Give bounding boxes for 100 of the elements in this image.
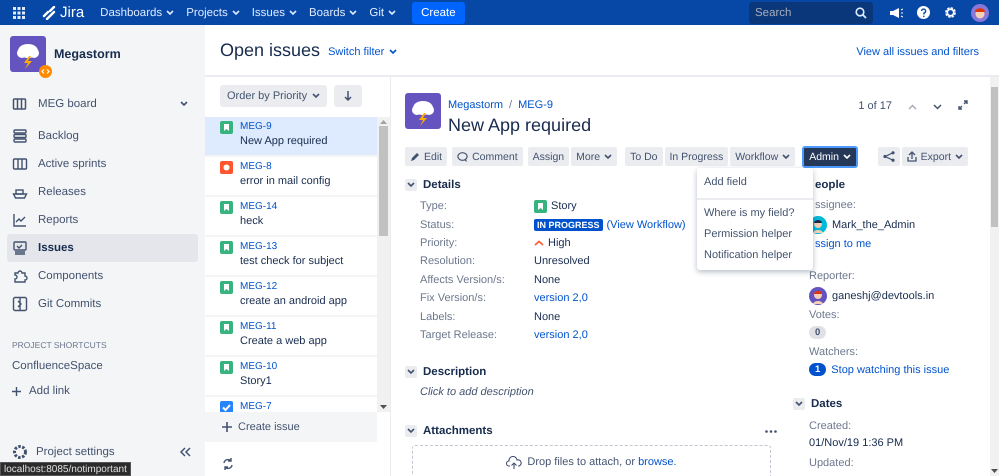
scrollbar[interactable] xyxy=(377,117,390,412)
action-button[interactable]: To Do xyxy=(625,147,662,166)
shortcut-link[interactable]: ConfluenceSpace xyxy=(0,360,205,372)
action-button[interactable]: Workflow xyxy=(730,147,796,166)
upload-icon xyxy=(906,151,917,162)
action-button[interactable]: Admin xyxy=(803,147,857,167)
chevron-down-icon xyxy=(842,154,851,160)
search-field[interactable]: Search xyxy=(755,6,855,18)
action-button[interactable]: Assign xyxy=(528,147,570,166)
sidebar-item[interactable]: Git Commits xyxy=(7,290,198,318)
nav-menu[interactable]: Issues xyxy=(252,6,297,18)
view-workflow-link[interactable]: (View Workflow) xyxy=(606,218,686,231)
field-label: Resolution: xyxy=(420,255,476,268)
action-button[interactable]: Export xyxy=(902,147,968,166)
chevron-down-icon xyxy=(389,48,398,54)
browse-link[interactable]: browse. xyxy=(638,456,677,468)
breadcrumb-separator: / xyxy=(509,99,512,111)
action-button[interactable]: Comment xyxy=(452,147,523,166)
issue-key[interactable]: MEG-14 xyxy=(240,201,278,212)
issue-key[interactable]: MEG-10 xyxy=(240,361,278,372)
story-icon xyxy=(220,121,233,134)
issue-key[interactable]: MEG-8 xyxy=(240,161,330,172)
megaphone-icon[interactable] xyxy=(889,6,903,18)
field-label: Created: xyxy=(809,420,852,432)
logo-icon[interactable] xyxy=(42,6,56,20)
avatar-icon[interactable] xyxy=(971,4,989,22)
issue-key[interactable]: MEG-7 xyxy=(240,401,272,412)
search-box[interactable]: Search xyxy=(749,2,873,24)
issue-summary: New App required xyxy=(240,135,328,147)
story-icon xyxy=(534,200,547,213)
nav-menu[interactable]: Boards xyxy=(308,6,358,18)
sidebar-item[interactable]: Components xyxy=(7,262,198,290)
field-link[interactable]: version 2,0 xyxy=(534,328,588,341)
description-placeholder[interactable]: Click to add description xyxy=(420,386,791,398)
more-icon[interactable] xyxy=(765,430,777,433)
action-button[interactable]: In Progress xyxy=(664,147,728,166)
chevron-down-icon xyxy=(349,10,358,16)
action-button[interactable]: Edit xyxy=(405,147,448,166)
task-icon xyxy=(220,401,233,412)
field-link[interactable]: version 2,0 xyxy=(534,292,588,304)
sidebar-item[interactable]: Reports xyxy=(7,206,198,234)
issue-row[interactable]: MEG-9 New App required xyxy=(205,117,377,157)
sidebar-item[interactable]: Active sprints xyxy=(7,150,198,178)
vote-count[interactable]: 0 xyxy=(809,326,826,339)
next-icon[interactable] xyxy=(933,104,942,110)
watcher-count[interactable]: 1 xyxy=(809,363,826,376)
bug-icon xyxy=(220,161,233,174)
issue-key[interactable]: MEG-11 xyxy=(240,321,327,332)
field-value: Story xyxy=(551,200,577,212)
sidebar-item[interactable]: Backlog xyxy=(7,122,198,150)
issue-key[interactable]: MEG-12 xyxy=(240,281,348,292)
pencil-icon xyxy=(410,152,420,162)
help-icon[interactable] xyxy=(917,6,930,19)
share-button[interactable] xyxy=(878,147,900,166)
drop-zone-text: Drop files to attach, or browse. xyxy=(527,456,677,470)
field-value: None xyxy=(534,274,560,286)
section-heading: Attachments xyxy=(423,425,493,438)
nav-menu[interactable]: Dashboards xyxy=(100,6,174,18)
logo-text[interactable]: Jira xyxy=(60,4,84,21)
switch-filter-button[interactable]: Switch filter xyxy=(328,46,398,58)
order-by-button[interactable]: Order by Priority xyxy=(220,85,327,107)
nav-menu[interactable]: Git xyxy=(369,6,396,18)
sidebar-item[interactable]: Issues xyxy=(7,234,198,262)
breadcrumb-link[interactable]: MEG-9 xyxy=(518,99,553,111)
issue-key[interactable]: MEG-9 xyxy=(240,121,328,132)
sidebar-item[interactable]: Releases xyxy=(7,178,198,206)
field-label: Status: xyxy=(420,218,456,231)
section-heading: Dates xyxy=(811,398,842,410)
scrollbar[interactable] xyxy=(990,77,999,476)
scroll-up-icon xyxy=(380,120,387,124)
menu-item[interactable]: Where is my field? xyxy=(697,203,813,224)
expand-icon[interactable] xyxy=(958,100,968,110)
issue-key[interactable]: MEG-13 xyxy=(240,241,344,252)
refresh-icon[interactable] xyxy=(222,458,234,470)
board-selector[interactable]: MEG board xyxy=(7,90,198,118)
field-label: Labels: xyxy=(420,310,456,323)
issue-summary: test check for subject xyxy=(240,255,344,267)
settings-icon[interactable] xyxy=(944,6,957,19)
view-all-link[interactable]: View all issues and filters xyxy=(856,46,979,58)
add-link-button[interactable]: Add link xyxy=(0,384,205,398)
collapse-icon[interactable] xyxy=(179,447,191,457)
section-heading: eople xyxy=(814,179,846,191)
menu-item[interactable]: Add field xyxy=(697,172,813,193)
field-label: Target Release: xyxy=(420,328,498,341)
field-label: Affects Version/s: xyxy=(420,274,506,286)
user-name: ganeshj@devtools.in xyxy=(832,290,934,302)
nav-menu[interactable]: Projects xyxy=(186,6,240,18)
create-button[interactable]: Create xyxy=(412,2,465,24)
line-chart-icon xyxy=(12,212,28,228)
stop-watching-link[interactable]: Stop watching this issue xyxy=(831,364,950,376)
chevron-down-icon xyxy=(312,93,320,99)
issue-title: New App required xyxy=(448,115,592,136)
sort-direction-button[interactable] xyxy=(334,85,362,107)
project-settings-link[interactable]: Project settings xyxy=(12,444,115,460)
action-button[interactable]: More xyxy=(571,147,618,166)
app-grid-icon[interactable] xyxy=(13,6,25,18)
breadcrumb-link[interactable]: Megastorm xyxy=(448,99,504,111)
field-label: Reporter: xyxy=(809,270,856,282)
create-issue-button[interactable]: Create issue xyxy=(205,412,377,442)
drop-zone[interactable]: Drop files to attach, or browse. xyxy=(412,445,771,476)
